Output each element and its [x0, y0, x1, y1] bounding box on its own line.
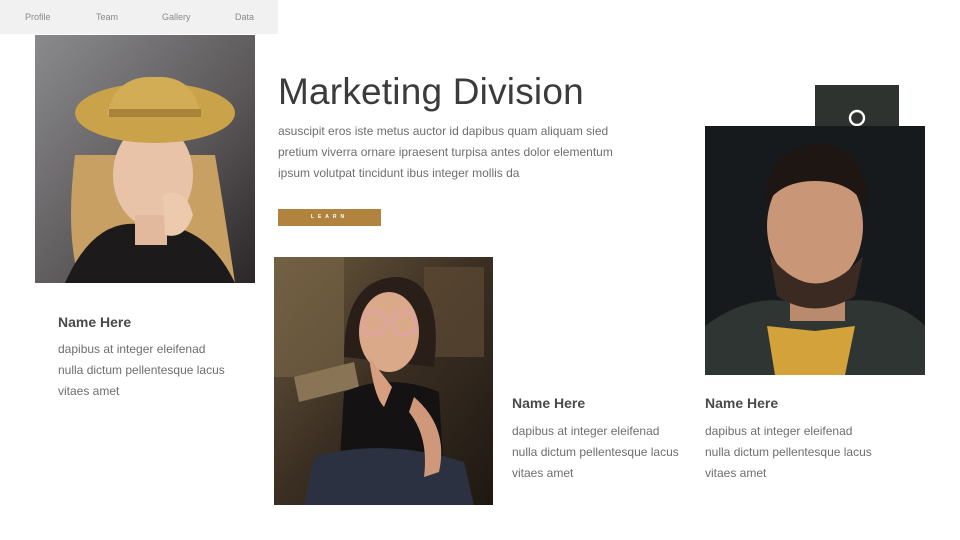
nav-item-data[interactable]: Data: [235, 11, 254, 23]
member-description-1: dapibus at integer eleifenad nulla dictu…: [58, 342, 225, 398]
learn-button[interactable]: LEARN: [278, 209, 381, 226]
member-description-2: dapibus at integer eleifenad nulla dictu…: [512, 424, 679, 480]
page-title: Marketing Division: [278, 71, 584, 112]
page-description: asuscipit eros iste metus auctor id dapi…: [278, 124, 613, 180]
member-name-2: Name Here: [512, 395, 586, 411]
top-navigation: Profile Team Gallery Data: [0, 0, 278, 34]
member-photo-2: [274, 257, 493, 505]
nav-item-profile[interactable]: Profile: [25, 11, 51, 23]
nav-item-gallery[interactable]: Gallery: [162, 11, 191, 23]
nav-item-team[interactable]: Team: [96, 11, 118, 23]
member-description-3: dapibus at integer eleifenad nulla dictu…: [705, 424, 872, 480]
member-name-1: Name Here: [58, 314, 132, 330]
member-photo-3: [705, 126, 925, 375]
member-name-3: Name Here: [705, 395, 779, 411]
member-photo-1: [35, 35, 255, 283]
